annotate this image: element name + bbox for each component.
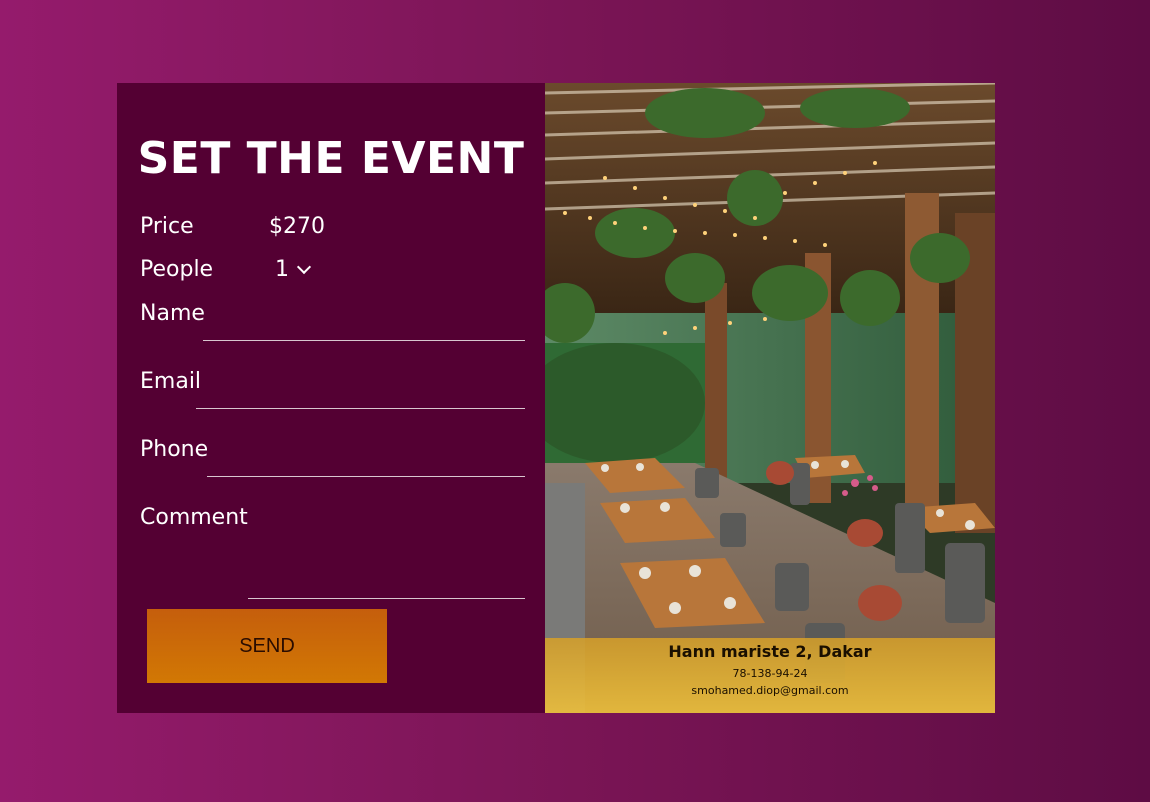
people-select[interactable]: 1 [275,257,312,282]
address-text: Hann mariste 2, Dakar [668,642,872,661]
event-card: SET THE EVENT Price $270 People 1 Name E… [117,83,995,713]
name-label: Name [140,301,205,326]
form-title: SET THE EVENT [137,133,525,184]
email-field[interactable] [196,382,525,409]
phone-field[interactable] [207,450,525,477]
contact-info-bar: Hann mariste 2, Dakar 78-138-94-24 smoha… [545,638,995,713]
chevron-down-icon [296,259,312,274]
email-label: Email [140,369,202,394]
send-button[interactable]: SEND [147,609,387,683]
event-form: SET THE EVENT Price $270 People 1 Name E… [117,83,545,713]
phone-label: Phone [140,437,209,462]
restaurant-photo: Hann mariste 2, Dakar 78-138-94-24 smoha… [545,83,995,713]
email-text: smohamed.diop@gmail.com [691,684,849,697]
comment-label: Comment [140,505,248,530]
phone-text: 78-138-94-24 [732,667,808,680]
price-value: $270 [269,214,325,239]
price-label: Price [140,214,194,239]
people-selected-value: 1 [275,257,289,282]
restaurant-illustration [545,83,995,713]
name-field[interactable] [203,314,525,341]
people-label: People [140,257,214,282]
comment-field[interactable] [248,572,525,599]
